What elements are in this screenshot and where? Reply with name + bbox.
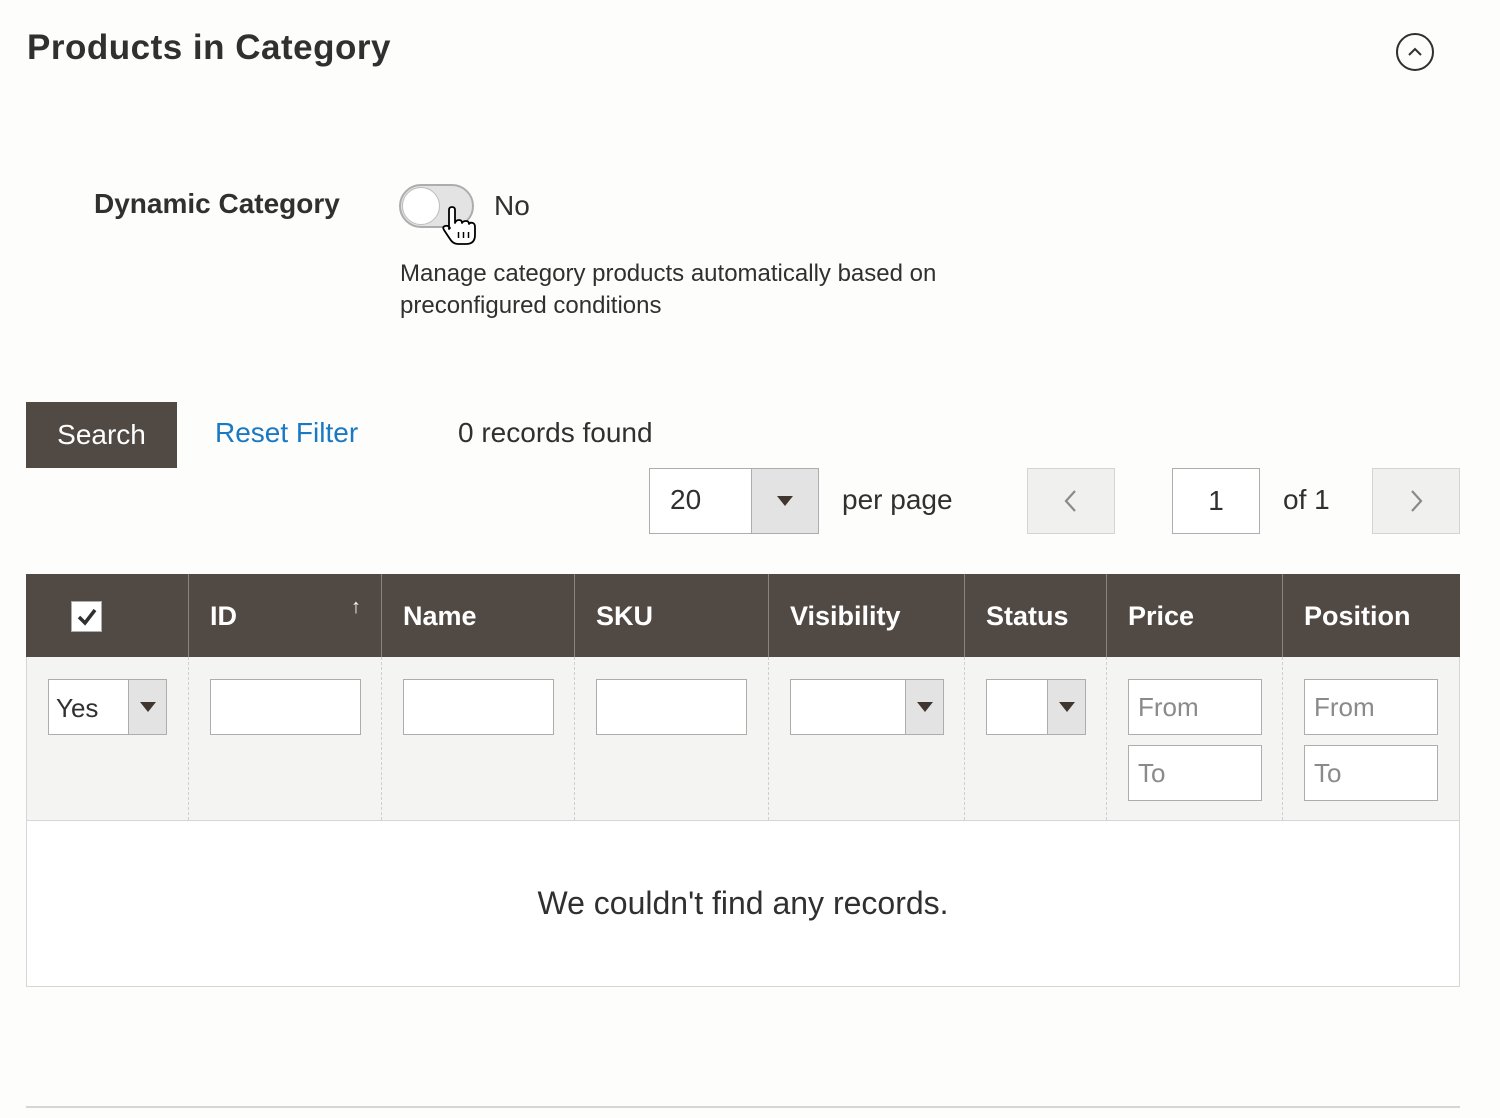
reset-filter-link[interactable]: Reset Filter <box>215 417 358 449</box>
dropdown-arrow-icon <box>905 680 943 734</box>
filter-cell-select: Yes <box>26 657 189 820</box>
column-header-label: Status <box>986 601 1069 631</box>
empty-records-message: We couldn't find any records. <box>26 821 1460 987</box>
previous-page-button[interactable] <box>1027 468 1115 534</box>
per-page-select[interactable]: 20 <box>649 468 819 534</box>
checkmark-icon <box>77 608 96 626</box>
position-to-input[interactable] <box>1304 745 1438 801</box>
filter-cell-name <box>382 657 575 820</box>
filter-cell-price <box>1107 657 1283 820</box>
id-filter-input[interactable] <box>210 679 361 735</box>
status-filter-select[interactable] <box>986 679 1086 735</box>
position-from-input[interactable] <box>1304 679 1438 735</box>
dynamic-category-label: Dynamic Category <box>94 188 340 219</box>
column-header-label: SKU <box>596 601 654 631</box>
grid-header-row: ID ↑ Name SKU Visibility Status Price Po… <box>26 574 1460 657</box>
column-header-label: Visibility <box>790 601 901 631</box>
filter-cell-sku <box>575 657 769 820</box>
column-header-sku[interactable]: SKU <box>575 574 769 657</box>
collapse-button[interactable] <box>1396 33 1434 71</box>
chevron-up-icon <box>1408 47 1422 56</box>
select-all-checkbox[interactable] <box>71 601 102 632</box>
column-header-label: Price <box>1128 601 1195 631</box>
dropdown-arrow-icon <box>1047 680 1085 734</box>
column-header-name[interactable]: Name <box>382 574 575 657</box>
price-from-input[interactable] <box>1128 679 1262 735</box>
products-grid: ID ↑ Name SKU Visibility Status Price Po… <box>26 574 1460 987</box>
name-filter-input[interactable] <box>403 679 554 735</box>
column-header-status[interactable]: Status <box>965 574 1107 657</box>
visibility-filter-select[interactable] <box>790 679 944 735</box>
sku-filter-input[interactable] <box>596 679 747 735</box>
in-category-filter-value: Yes <box>56 693 99 723</box>
chevron-right-icon <box>1411 490 1423 512</box>
column-header-price[interactable]: Price <box>1107 574 1283 657</box>
column-header-select[interactable] <box>26 574 189 657</box>
toggle-value: No <box>494 190 530 221</box>
search-button[interactable]: Search <box>26 402 177 468</box>
column-header-label: Name <box>403 601 477 631</box>
toggle-knob <box>402 187 440 225</box>
in-category-filter-select[interactable]: Yes <box>48 679 167 735</box>
column-header-position[interactable]: Position <box>1283 574 1460 657</box>
filter-cell-position <box>1283 657 1460 820</box>
column-header-label: ID <box>210 601 237 631</box>
filter-cell-id <box>189 657 382 820</box>
column-header-id[interactable]: ID ↑ <box>189 574 382 657</box>
per-page-label: per page <box>842 484 953 515</box>
column-header-visibility[interactable]: Visibility <box>769 574 965 657</box>
next-page-button[interactable] <box>1372 468 1460 534</box>
hand-cursor-icon <box>442 206 476 245</box>
grid-filter-row: Yes <box>26 657 1460 821</box>
filter-cell-status <box>965 657 1107 820</box>
filter-cell-visibility <box>769 657 965 820</box>
section-title: Products in Category <box>27 28 391 67</box>
records-found-count: 0 records found <box>458 417 653 448</box>
sort-ascending-icon: ↑ <box>351 596 361 618</box>
current-page-input[interactable] <box>1172 468 1260 534</box>
dropdown-arrow-icon <box>751 469 818 533</box>
page-total: of 1 <box>1283 484 1330 515</box>
section-divider <box>26 1106 1460 1108</box>
column-header-label: Position <box>1304 601 1411 631</box>
per-page-value: 20 <box>670 484 702 515</box>
chevron-left-icon <box>1064 490 1076 512</box>
dropdown-arrow-icon <box>128 680 166 734</box>
price-to-input[interactable] <box>1128 745 1262 801</box>
dynamic-category-note: Manage category products automatically b… <box>400 260 937 319</box>
